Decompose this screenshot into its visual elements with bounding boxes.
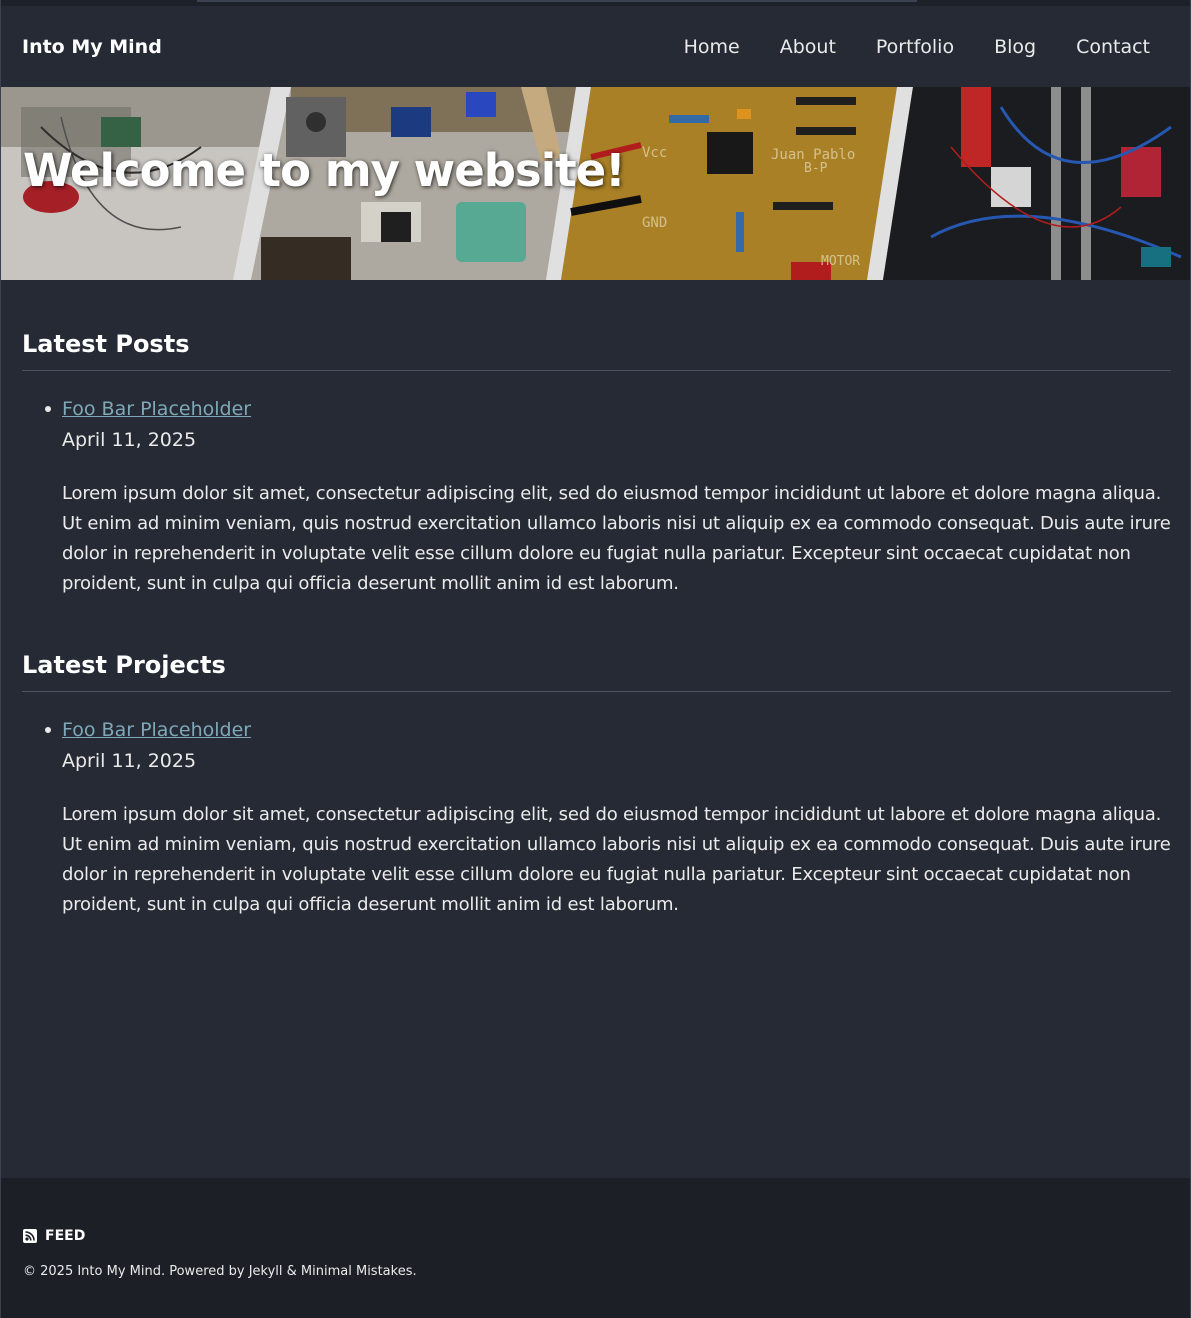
nav-about[interactable]: About xyxy=(780,36,836,58)
hero-banner: Vcc GND Juan Pablo B-P MOTOR Welcome to … xyxy=(1,87,1190,280)
scroll-indicator xyxy=(197,0,917,2)
feed-label: FEED xyxy=(45,1228,86,1244)
rss-icon xyxy=(23,1229,37,1243)
nav-portfolio[interactable]: Portfolio xyxy=(876,36,954,58)
list-item: Foo Bar Placeholder April 11, 2025 Lorem… xyxy=(45,716,1171,920)
project-title-link[interactable]: Foo Bar Placeholder xyxy=(62,719,251,741)
latest-projects-heading: Latest Projects xyxy=(22,651,1171,692)
page-footer: FEED © 2025 Into My Mind. Powered by Jek… xyxy=(1,1178,1190,1318)
latest-posts-heading: Latest Posts xyxy=(22,330,1171,371)
post-title-link[interactable]: Foo Bar Placeholder xyxy=(62,398,251,420)
post-date: April 11, 2025 xyxy=(62,429,197,451)
latest-projects-section: Latest Projects Foo Bar Placeholder Apri… xyxy=(22,651,1171,920)
copyright-text: © 2025 Into My Mind. Powered by Jekyll &… xyxy=(23,1264,417,1279)
latest-posts-section: Latest Posts Foo Bar Placeholder April 1… xyxy=(22,330,1171,599)
main-nav: Home About Portfolio Blog Contact xyxy=(644,36,1150,58)
site-title-link[interactable]: Into My Mind xyxy=(22,36,162,58)
nav-home[interactable]: Home xyxy=(684,36,740,58)
list-item: Foo Bar Placeholder April 11, 2025 Lorem… xyxy=(45,395,1171,599)
nav-blog[interactable]: Blog xyxy=(994,36,1036,58)
main-content: Latest Posts Foo Bar Placeholder April 1… xyxy=(22,330,1171,920)
project-excerpt: Lorem ipsum dolor sit amet, consectetur … xyxy=(62,804,1171,915)
hero-title: Welcome to my website! xyxy=(23,144,626,197)
project-date: April 11, 2025 xyxy=(62,750,197,772)
projects-list: Foo Bar Placeholder April 11, 2025 Lorem… xyxy=(22,716,1171,920)
posts-list: Foo Bar Placeholder April 11, 2025 Lorem… xyxy=(22,395,1171,599)
post-excerpt: Lorem ipsum dolor sit amet, consectetur … xyxy=(62,483,1171,594)
masthead: Into My Mind Home About Portfolio Blog C… xyxy=(1,6,1190,87)
nav-contact[interactable]: Contact xyxy=(1076,36,1150,58)
feed-link[interactable]: FEED xyxy=(23,1228,85,1244)
